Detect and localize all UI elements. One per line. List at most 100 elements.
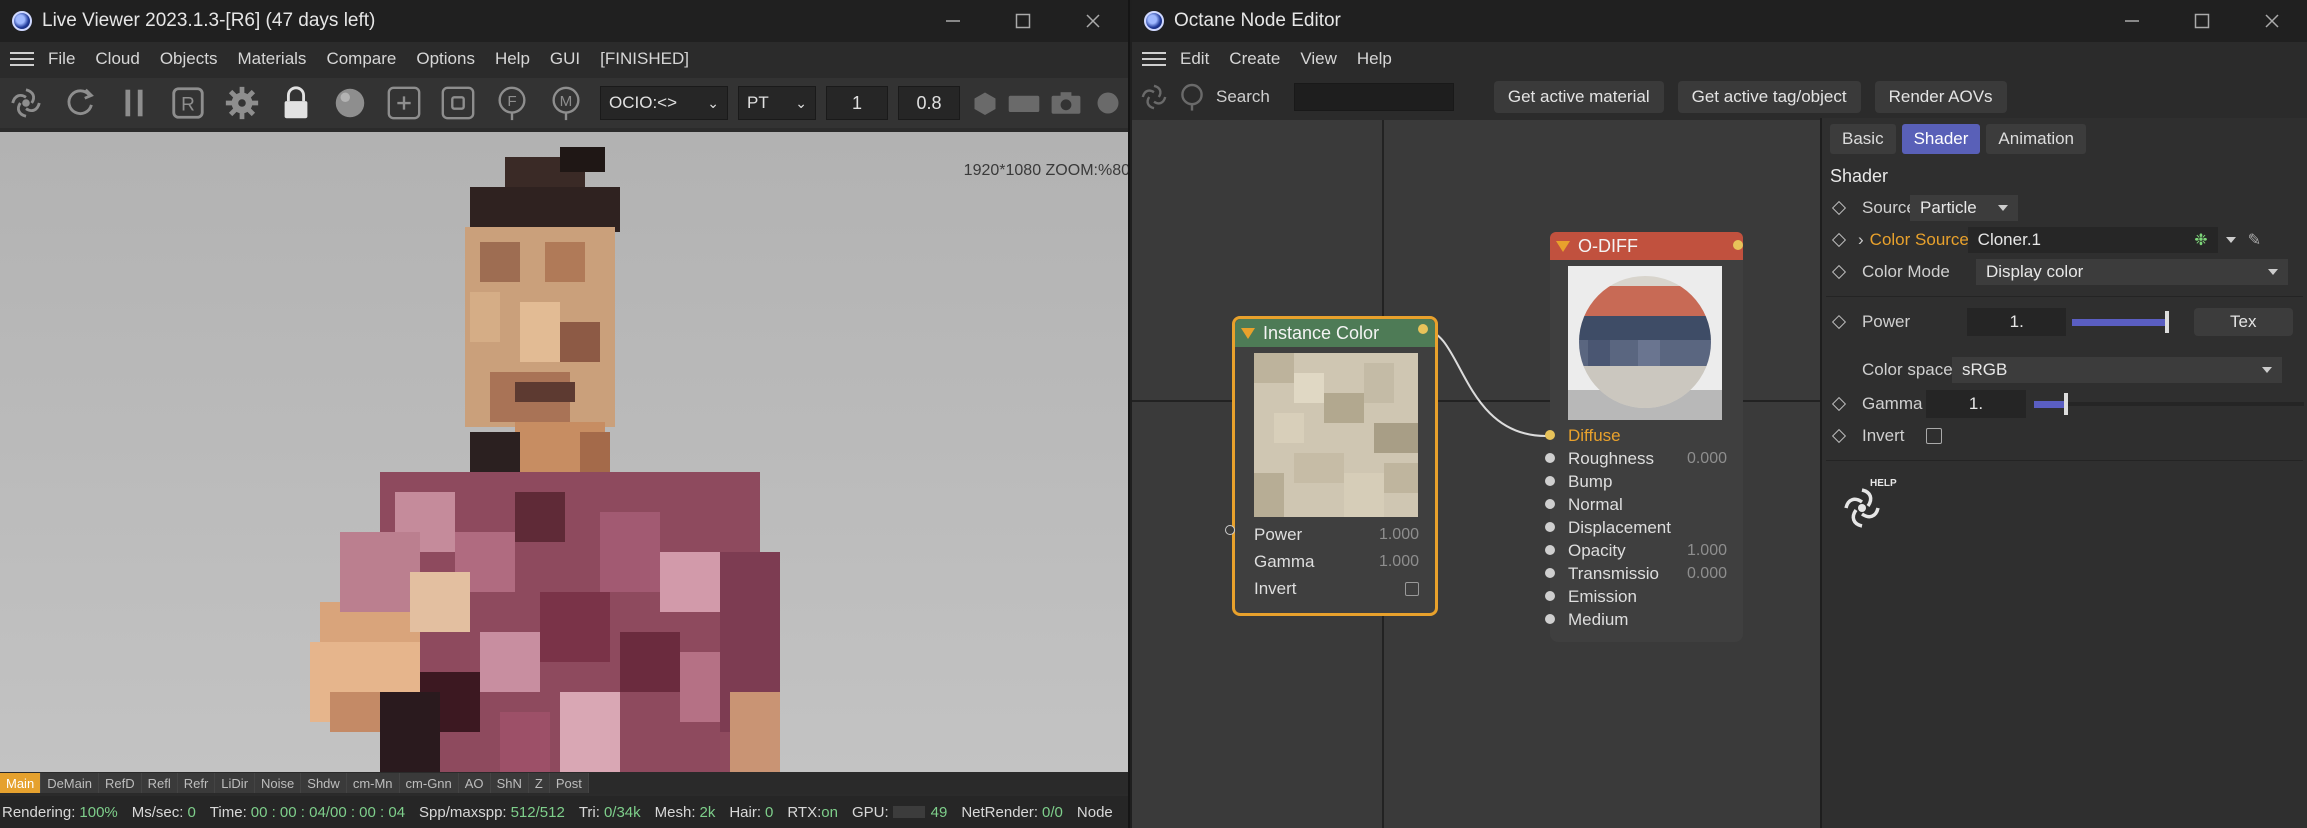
instance-output-port[interactable] — [1418, 324, 1428, 334]
render-viewport[interactable]: 1920*1080 ZOOM:%80 — [0, 132, 1128, 772]
instance-color-node[interactable]: Instance Color Power 1.000 Gamma 1.000 I… — [1232, 316, 1438, 616]
odiff-pin-0[interactable]: Diffuse — [1550, 424, 1743, 447]
instance-gamma-pin[interactable]: Gamma 1.000 — [1235, 550, 1435, 573]
camera-icon[interactable] — [1048, 83, 1084, 123]
odiff-input-port[interactable] — [1545, 522, 1555, 532]
prop-power-slider-handle[interactable] — [2164, 311, 2169, 333]
sphere-icon[interactable] — [1090, 83, 1120, 123]
menu-compare[interactable]: Compare — [326, 49, 396, 69]
prop-source-dropdown[interactable]: Particle — [1910, 195, 2018, 221]
pass-tab-4[interactable]: Refr — [177, 773, 216, 793]
settings-gear-icon[interactable] — [222, 83, 262, 123]
close-icon[interactable] — [2237, 0, 2307, 42]
close-icon[interactable] — [1058, 0, 1128, 42]
odiff-input-port[interactable] — [1545, 545, 1555, 555]
collapse-triangle-icon[interactable] — [1241, 327, 1255, 339]
lock-icon[interactable] — [276, 83, 316, 123]
film-region-icon[interactable] — [438, 83, 478, 123]
pass-tab-5[interactable]: LiDir — [215, 773, 256, 793]
prop-color-space-dropdown[interactable]: sRGB — [1952, 357, 2282, 383]
render-value-2-input[interactable]: 0.8 — [898, 86, 960, 120]
prop-power-input[interactable]: 1. — [1967, 308, 2067, 336]
collapse-triangle-icon[interactable] — [1556, 240, 1570, 252]
octane-help-icon[interactable]: HELP — [1836, 478, 1897, 538]
render-value-1-input[interactable]: 1 — [826, 86, 888, 120]
odiff-pin-4[interactable]: Displacement — [1550, 516, 1743, 539]
keyframe-diamond-icon[interactable] — [1831, 314, 1847, 330]
material-picker-icon[interactable] — [1176, 81, 1208, 113]
material-ball-icon[interactable] — [330, 83, 370, 123]
cube-icon[interactable] — [970, 83, 1000, 123]
tab-shader[interactable]: Shader — [1901, 124, 1981, 154]
odiff-pin-1[interactable]: Roughness 0.000 — [1550, 447, 1743, 470]
search-input[interactable] — [1293, 83, 1454, 111]
odiff-input-port[interactable] — [1545, 614, 1555, 624]
instance-invert-pin[interactable]: Invert — [1235, 577, 1435, 600]
get-active-material-button[interactable]: Get active material — [1493, 81, 1664, 113]
odiff-pin-8[interactable]: Medium — [1550, 608, 1743, 631]
hamburger-menu-icon[interactable] — [10, 48, 34, 70]
menu-help[interactable]: Help — [1357, 49, 1392, 69]
pass-tab-9[interactable]: cm-Gnn — [399, 773, 459, 793]
menu-help[interactable]: Help — [495, 49, 530, 69]
instance-input-port[interactable] — [1225, 525, 1235, 535]
odiff-pin-2[interactable]: Bump — [1550, 470, 1743, 493]
odiff-input-port[interactable] — [1545, 476, 1555, 486]
pass-tab-1[interactable]: DeMain — [41, 773, 99, 793]
tex-button[interactable]: Tex — [2193, 308, 2293, 336]
maximize-icon[interactable] — [988, 0, 1058, 42]
odiff-node[interactable]: O-DIFF Diffuse Roughness 0.000 Bump Norm… — [1545, 232, 1743, 642]
instance-invert-checkbox[interactable] — [1405, 581, 1419, 596]
pass-tab-2[interactable]: RefD — [98, 773, 142, 793]
keyframe-diamond-icon[interactable] — [1831, 396, 1847, 412]
pass-tab-13[interactable]: Post — [549, 773, 589, 793]
menu-cloud[interactable]: Cloud — [95, 49, 139, 69]
keyframe-diamond-icon[interactable] — [1831, 232, 1847, 248]
odiff-pin-7[interactable]: Emission — [1550, 585, 1743, 608]
plane-icon[interactable] — [1006, 83, 1042, 123]
minimize-icon[interactable] — [2097, 0, 2167, 42]
material-picker-icon[interactable]: M — [546, 83, 586, 123]
focus-picker-icon[interactable]: F — [492, 83, 532, 123]
prop-power-slider[interactable] — [2072, 311, 2171, 333]
instance-color-node-header[interactable]: Instance Color — [1235, 319, 1435, 347]
pause-icon[interactable] — [114, 83, 154, 123]
odiff-pin-5[interactable]: Opacity 1.000 — [1550, 539, 1743, 562]
keyframe-diamond-icon[interactable] — [1831, 200, 1847, 216]
prop-gamma-input[interactable]: 1. — [1926, 390, 2026, 418]
odiff-pin-6[interactable]: Transmissio 0.000 — [1550, 562, 1743, 585]
render-aovs-button[interactable]: Render AOVs — [1874, 81, 2007, 113]
odiff-node-header[interactable]: O-DIFF — [1550, 232, 1743, 260]
prop-color-mode-dropdown[interactable]: Display color — [1976, 259, 2288, 285]
keyframe-diamond-icon[interactable] — [1831, 428, 1847, 444]
octane-logo-icon[interactable] — [6, 83, 46, 123]
odiff-input-port[interactable] — [1545, 453, 1555, 463]
keyframe-diamond-icon[interactable] — [1831, 264, 1847, 280]
menu-file[interactable]: File — [48, 49, 75, 69]
menu-create[interactable]: Create — [1229, 49, 1280, 69]
get-active-tag-button[interactable]: Get active tag/object — [1677, 81, 1861, 113]
prop-gamma-slider[interactable] — [2034, 393, 2304, 415]
tab-basic[interactable]: Basic — [1830, 124, 1896, 154]
odiff-input-port[interactable] — [1545, 568, 1555, 578]
menu-options[interactable]: Options — [416, 49, 475, 69]
ocio-select[interactable]: OCIO:<> ⌄ — [600, 86, 728, 120]
pass-tab-12[interactable]: Z — [528, 773, 550, 793]
minimize-icon[interactable] — [918, 0, 988, 42]
maximize-icon[interactable] — [2167, 0, 2237, 42]
odiff-input-port[interactable] — [1545, 430, 1555, 440]
pass-tab-0[interactable]: Main — [0, 773, 42, 793]
region-render-icon[interactable]: R — [168, 83, 208, 123]
add-region-icon[interactable] — [384, 83, 424, 123]
pass-tab-3[interactable]: Refl — [141, 773, 178, 793]
pass-tab-10[interactable]: AO — [458, 773, 491, 793]
menu-gui[interactable]: GUI — [550, 49, 580, 69]
kernel-select[interactable]: PT ⌄ — [738, 86, 816, 120]
pass-tab-8[interactable]: cm-Mn — [346, 773, 400, 793]
octane-logo-icon[interactable] — [1138, 81, 1170, 113]
refresh-icon[interactable] — [60, 83, 100, 123]
odiff-pin-3[interactable]: Normal — [1550, 493, 1743, 516]
node-graph-canvas[interactable]: Instance Color Power 1.000 Gamma 1.000 I… — [1132, 120, 1820, 828]
menu-materials[interactable]: Materials — [237, 49, 306, 69]
prop-invert-checkbox[interactable] — [1926, 428, 1942, 444]
